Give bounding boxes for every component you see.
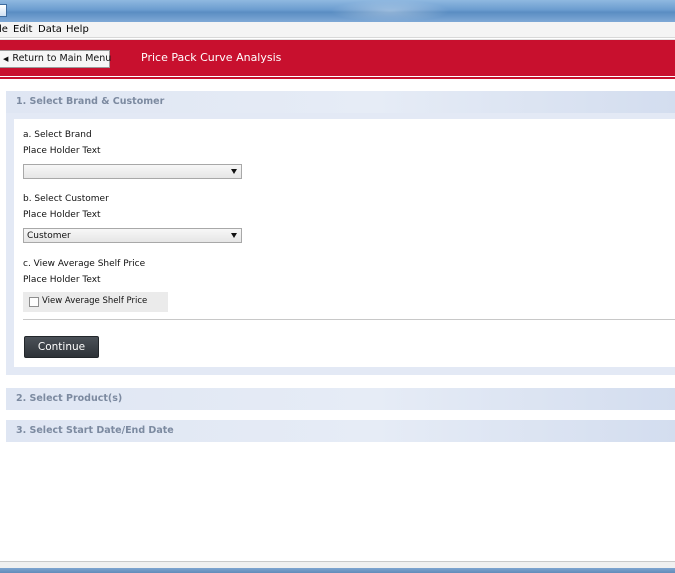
shelf-price-checkbox-row[interactable]: View Average Shelf Price (23, 292, 168, 312)
section-1-title: 1. Select Brand & Customer (16, 96, 165, 107)
section-3-header[interactable]: 3. Select Start Date/End Date (6, 420, 675, 442)
section-1-divider (23, 319, 675, 320)
triangle-left-icon: ◀ (3, 55, 9, 63)
return-button-label: Return to Main Menu (12, 53, 112, 64)
shelf-price-checkbox-label[interactable]: View Average Shelf Price (42, 296, 147, 307)
chevron-down-icon (231, 233, 237, 238)
customer-placeholder-text: Place Holder Text (23, 210, 101, 220)
brand-select[interactable] (23, 164, 242, 179)
customer-select-value: Customer (27, 231, 71, 241)
section-1-header[interactable]: 1. Select Brand & Customer (6, 91, 675, 113)
application-window: le Edit Data Help ◀ Return to Main Menu P… (0, 0, 675, 573)
menu-help[interactable]: Help (66, 24, 89, 36)
menu-bar: le Edit Data Help (0, 22, 675, 38)
shelf-price-label: c. View Average Shelf Price (23, 259, 146, 269)
window-title-bar[interactable] (0, 0, 675, 22)
customer-label: b. Select Customer (23, 194, 109, 204)
menu-edit[interactable]: Edit (13, 24, 32, 36)
brand-label: a. Select Brand (23, 130, 92, 140)
section-1-body (14, 119, 675, 367)
page-title: Price Pack Curve Analysis (141, 51, 282, 64)
customer-select[interactable]: Customer (23, 228, 242, 243)
section-3-title: 3. Select Start Date/End Date (16, 425, 174, 436)
continue-button[interactable]: Continue (24, 336, 99, 358)
shelf-price-placeholder-text: Place Holder Text (23, 275, 101, 285)
status-strip (0, 561, 675, 573)
section-2-header[interactable]: 2. Select Product(s) (6, 388, 675, 410)
section-2-title: 2. Select Product(s) (16, 393, 123, 404)
taskbar-edge (0, 568, 675, 573)
header-band: ◀ Return to Main Menu Price Pack Curve An… (0, 39, 675, 79)
brand-placeholder-text: Place Holder Text (23, 146, 101, 156)
window-title (160, 4, 620, 16)
chevron-down-icon (231, 169, 237, 174)
app-icon (0, 4, 7, 17)
menu-file[interactable]: le (0, 24, 8, 36)
shelf-price-checkbox[interactable] (29, 297, 39, 307)
menu-data[interactable]: Data (38, 24, 62, 36)
return-to-main-menu-button[interactable]: ◀ Return to Main Menu (0, 50, 112, 68)
